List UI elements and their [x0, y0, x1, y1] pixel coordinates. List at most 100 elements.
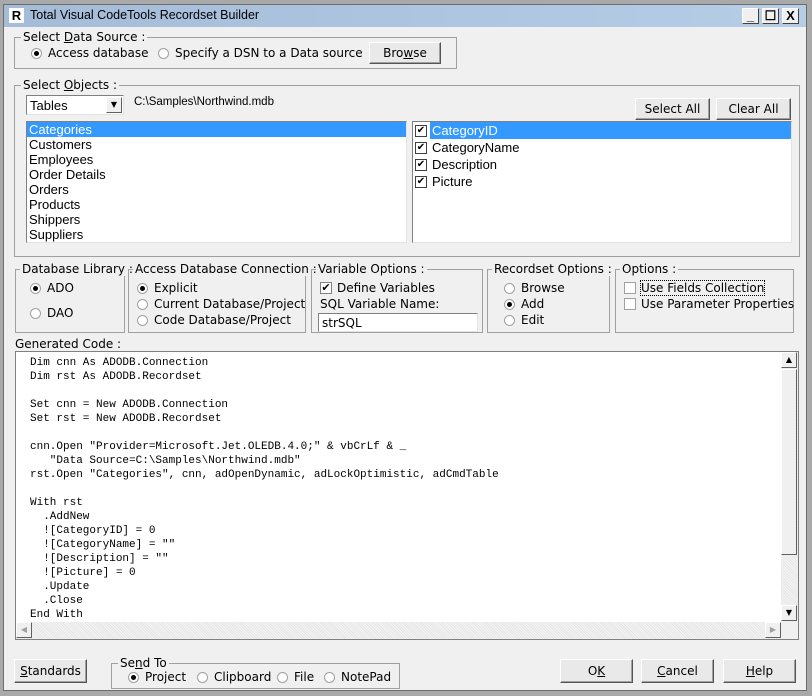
radio-send-notepad[interactable]: NotePad	[324, 670, 391, 684]
radio-dao[interactable]: DAO	[30, 306, 73, 320]
radio-access-database[interactable]: Access database	[31, 46, 149, 60]
send-to-group: Send To Project Clipboard File NotePad	[111, 656, 400, 689]
table-list-item[interactable]: Products	[27, 197, 406, 212]
radio-indicator	[324, 671, 335, 683]
vertical-scroll-thumb[interactable]	[781, 369, 797, 555]
radio-dsn[interactable]: Specify a DSN to a Data source	[158, 46, 363, 60]
radio-indicator	[504, 314, 515, 326]
field-checkbox[interactable]: ✔	[415, 124, 427, 137]
tables-list[interactable]: Categories Customers Employees Order Detail…	[26, 121, 407, 243]
radio-label: File	[294, 670, 315, 684]
radio-label: Current Database/Project	[154, 297, 306, 311]
radio-indicator	[504, 282, 515, 294]
horizontal-scrollbar[interactable]: ◀ ▶	[16, 622, 781, 639]
database-path: C:\Samples\Northwind.mdb	[134, 96, 274, 108]
object-type-select[interactable]: Tables ▼	[26, 95, 124, 115]
radio-indicator	[137, 282, 148, 294]
title-bar[interactable]: R Total Visual CodeTools Recordset Build…	[4, 5, 806, 27]
sql-variable-label: SQL Variable Name:	[320, 297, 440, 311]
table-list-item[interactable]: Categories	[27, 122, 406, 137]
radio-indicator	[31, 47, 42, 59]
select-all-button[interactable]: Select All	[635, 98, 710, 120]
use-fields-collection-checkbox[interactable]: Use Fields Collection	[624, 280, 766, 296]
table-list-item[interactable]: Suppliers	[27, 227, 406, 242]
field-list-item[interactable]: ✔ CategoryID	[413, 122, 791, 139]
standards-button[interactable]: Standards	[14, 659, 87, 683]
variable-options-legend: Variable Options :	[316, 262, 427, 276]
radio-indicator	[197, 671, 208, 683]
radio-indicator	[128, 671, 139, 683]
clear-all-button[interactable]: Clear All	[716, 98, 791, 120]
field-checkbox[interactable]: ✔	[415, 141, 427, 154]
radio-label: Access database	[48, 46, 149, 60]
radio-current-database[interactable]: Current Database/Project	[137, 297, 305, 311]
chevron-down-icon[interactable]: ▼	[106, 97, 122, 113]
radio-label: Add	[521, 297, 545, 311]
scroll-up-icon[interactable]: ▲	[781, 352, 797, 368]
field-label: CategoryID	[430, 122, 791, 139]
table-list-item[interactable]: Customers	[27, 137, 406, 152]
field-list-item[interactable]: ✔ Description	[413, 156, 791, 173]
field-list-item[interactable]: ✔ CategoryName	[413, 139, 791, 156]
browse-button[interactable]: Browse	[369, 42, 441, 64]
radio-send-clipboard[interactable]: Clipboard	[197, 670, 271, 684]
data-source-group: Select Data Source : Access database Spe…	[14, 30, 457, 69]
scroll-down-icon[interactable]: ▼	[781, 605, 797, 621]
radio-label: Code Database/Project	[154, 313, 291, 327]
checkbox-indicator	[624, 298, 636, 310]
radio-code-database[interactable]: Code Database/Project	[137, 313, 291, 327]
ok-button[interactable]: OK	[560, 659, 633, 683]
database-library-legend: Database Library :	[20, 262, 135, 276]
use-parameter-properties-checkbox[interactable]: Use Parameter Properties	[624, 297, 794, 311]
objects-group: Select Objects : Tables ▼ C:\Samples\Nor…	[14, 78, 800, 257]
radio-add[interactable]: Add	[504, 297, 544, 311]
radio-edit[interactable]: Edit	[504, 313, 544, 327]
checkbox-label: Define Variables	[337, 281, 435, 295]
database-library-group: Database Library : ADO DAO	[15, 262, 135, 333]
field-checkbox[interactable]: ✔	[415, 175, 427, 188]
sql-variable-input[interactable]: strSQL	[318, 313, 478, 332]
table-list-item[interactable]: Order Details	[27, 167, 406, 182]
minimize-button[interactable]: _	[742, 8, 759, 24]
radio-send-file[interactable]: File	[277, 670, 314, 684]
generated-code-text[interactable]: Dim cnn As ADODB.Connection Dim rst As A…	[30, 356, 499, 622]
generated-code-editor[interactable]: Dim cnn As ADODB.Connection Dim rst As A…	[15, 351, 799, 640]
generated-code-label: Generated Code :	[15, 337, 122, 351]
window-title: Total Visual CodeTools Recordset Builder	[30, 8, 260, 22]
radio-indicator	[277, 671, 288, 683]
radio-ado[interactable]: ADO	[30, 281, 74, 295]
radio-send-project[interactable]: Project	[128, 670, 186, 684]
recordset-options-group: Recordset Options : Browse Add Edit	[487, 262, 614, 333]
send-to-legend: Send To	[118, 656, 169, 670]
help-button[interactable]: Help	[723, 659, 796, 683]
maximize-button[interactable]: ☐	[762, 8, 779, 24]
field-checkbox[interactable]: ✔	[415, 158, 427, 171]
objects-legend: Select Objects :	[21, 78, 120, 92]
scroll-left-icon[interactable]: ◀	[16, 622, 32, 638]
vertical-scrollbar[interactable]: ▲ ▼	[781, 352, 798, 622]
recordset-builder-window: R Total Visual CodeTools Recordset Build…	[3, 4, 807, 691]
object-type-value: Tables	[30, 98, 68, 113]
sql-variable-value: strSQL	[322, 316, 362, 330]
access-connection-legend: Access Database Connection :	[133, 262, 319, 276]
radio-label: NotePad	[341, 670, 392, 684]
table-list-item[interactable]: Shippers	[27, 212, 406, 227]
radio-label: DAO	[47, 306, 74, 320]
options-group: Options : Use Fields Collection Use Para…	[615, 262, 794, 333]
options-legend: Options :	[620, 262, 679, 276]
field-list-item[interactable]: ✔ Picture	[413, 173, 791, 190]
radio-label: Project	[145, 670, 187, 684]
table-list-item[interactable]: Employees	[27, 152, 406, 167]
radio-explicit[interactable]: Explicit	[137, 281, 198, 295]
close-button[interactable]: X	[782, 8, 799, 24]
table-list-item[interactable]: Orders	[27, 182, 406, 197]
radio-label: Clipboard	[214, 670, 272, 684]
cancel-button[interactable]: Cancel	[641, 659, 714, 683]
define-variables-checkbox[interactable]: ✔ Define Variables	[320, 281, 435, 295]
fields-list[interactable]: ✔ CategoryID ✔ CategoryName ✔ Description ✔ Pic…	[412, 121, 792, 243]
app-icon: R	[9, 8, 24, 23]
checkbox-label: Use Parameter Properties	[641, 297, 795, 311]
scroll-right-icon[interactable]: ▶	[765, 622, 781, 638]
radio-browse[interactable]: Browse	[504, 281, 565, 295]
access-connection-group: Access Database Connection : Explicit Cu…	[128, 262, 319, 333]
